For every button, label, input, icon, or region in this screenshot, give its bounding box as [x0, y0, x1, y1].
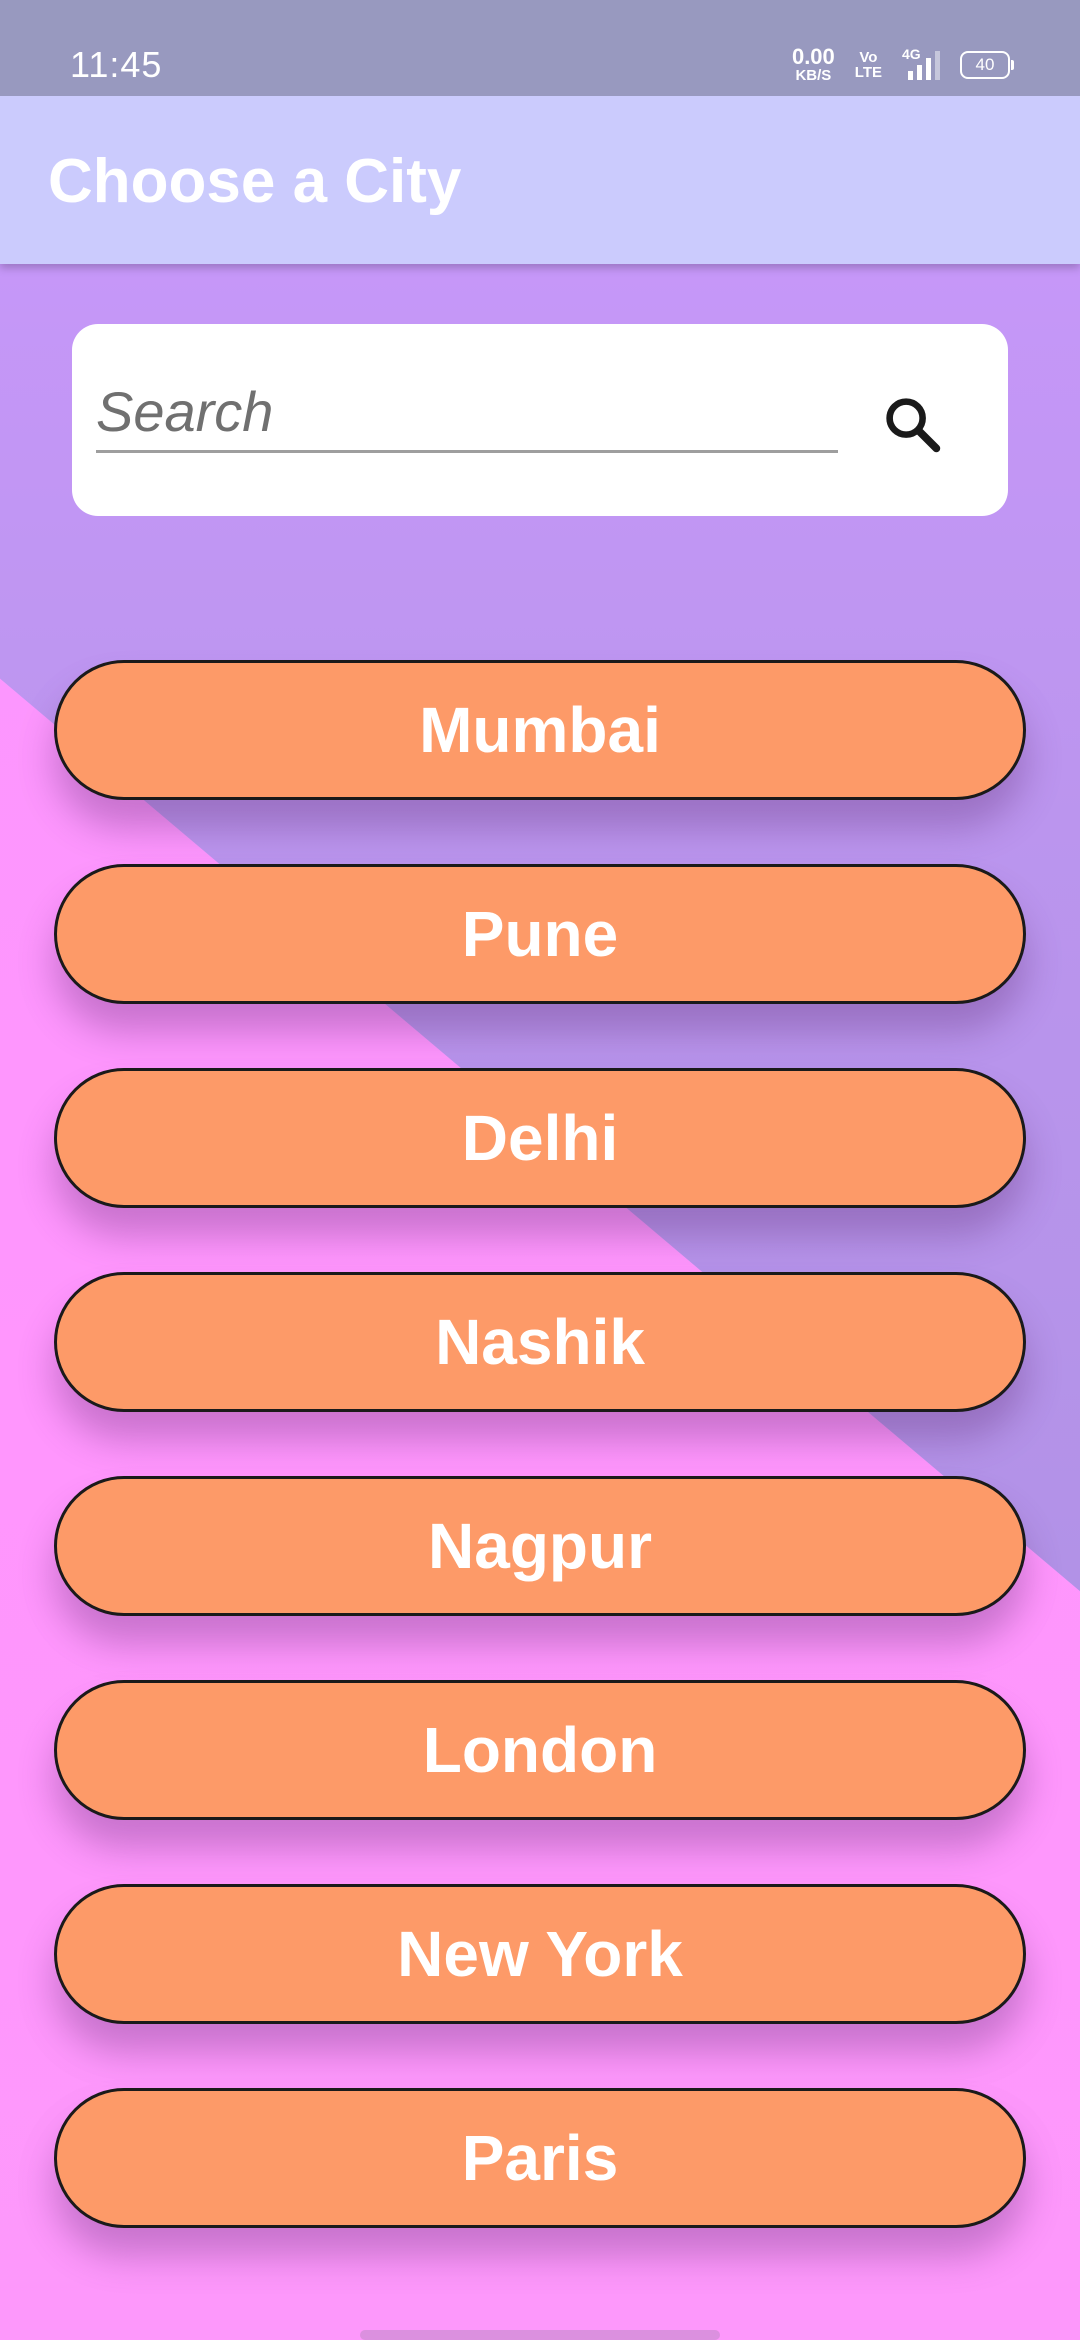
- city-button-new-york[interactable]: New York: [54, 1884, 1026, 2024]
- volte-icon: Vo LTE: [855, 50, 882, 80]
- network-type-label: 4G: [902, 45, 921, 62]
- network-speed: 0.00 KB/S: [791, 44, 835, 84]
- volte-bottom-label: LTE: [854, 63, 882, 81]
- search-icon[interactable]: [880, 392, 946, 458]
- city-button-nashik[interactable]: Nashik: [54, 1272, 1026, 1412]
- network-speed-value: 0.00: [791, 44, 835, 69]
- signal-strength-icon: 4G: [902, 46, 940, 80]
- city-button-paris[interactable]: Paris: [54, 2088, 1026, 2228]
- page-title: Choose a City: [48, 147, 462, 216]
- search-card: [72, 324, 1008, 516]
- volte-top-label: Vo: [859, 48, 878, 66]
- screen: 11:45 0.00 KB/S Vo LTE 4G 40 Choose a Ci…: [0, 0, 1080, 2340]
- battery-level: 40: [975, 54, 995, 74]
- signal-bar: [935, 50, 940, 80]
- network-speed-unit: KB/S: [795, 67, 832, 84]
- city-list: Mumbai Pune Delhi Nashik Nagpur London N…: [54, 660, 1026, 2292]
- city-button-delhi[interactable]: Delhi: [54, 1068, 1026, 1208]
- app-bar: Choose a City: [0, 96, 1080, 264]
- signal-bar: [926, 57, 931, 80]
- status-bar: 11:45 0.00 KB/S Vo LTE 4G 40: [0, 0, 1080, 96]
- battery-icon: 40: [960, 50, 1014, 79]
- city-button-mumbai[interactable]: Mumbai: [54, 660, 1026, 800]
- signal-bar: [908, 70, 913, 80]
- signal-bar: [917, 64, 922, 80]
- city-button-nagpur[interactable]: Nagpur: [54, 1476, 1026, 1616]
- search-input[interactable]: [96, 372, 838, 453]
- city-button-pune[interactable]: Pune: [54, 864, 1026, 1004]
- home-indicator[interactable]: [360, 2330, 720, 2340]
- city-button-london[interactable]: London: [54, 1680, 1026, 1820]
- status-icons: 0.00 KB/S Vo LTE 4G 40: [791, 44, 1014, 84]
- status-time: 11:45: [70, 44, 163, 85]
